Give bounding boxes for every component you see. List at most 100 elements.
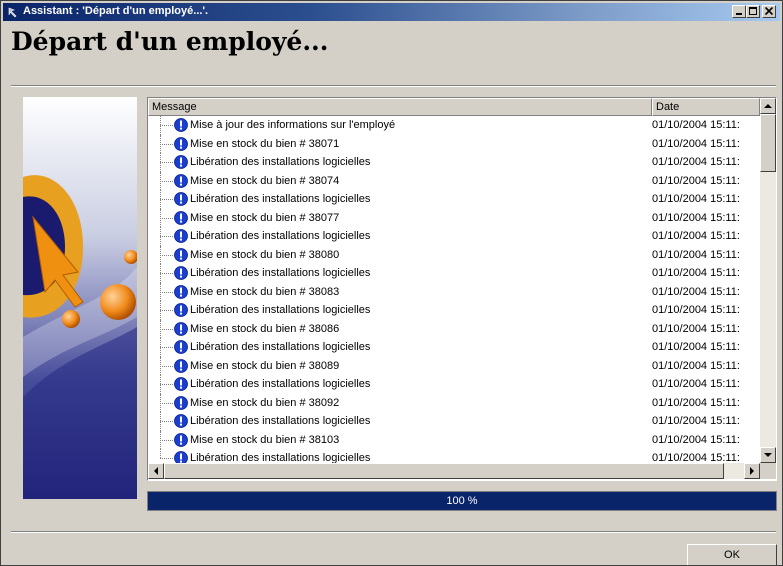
column-header-date[interactable]: Date: [652, 98, 760, 116]
info-exclamation-icon: [174, 284, 188, 299]
row-date: 01/10/2004 15:11:: [652, 119, 740, 131]
close-button[interactable]: [762, 5, 776, 18]
row-message: Libération des installations logicielles: [190, 341, 371, 353]
info-exclamation-icon: [174, 192, 188, 206]
list-row[interactable]: Mise en stock du bien # 38080 01/10/2004 …: [148, 245, 760, 264]
info-exclamation-icon: [174, 136, 188, 151]
scroll-right-button[interactable]: [744, 463, 760, 479]
tree-connector: [160, 116, 174, 135]
app-icon: [8, 7, 17, 18]
scroll-left-button[interactable]: [148, 463, 164, 479]
wizard-window: Assistant : 'Départ d'un employé...'. Dé…: [0, 0, 783, 566]
scroll-up-button[interactable]: [760, 98, 776, 114]
row-date: 01/10/2004 15:11:: [652, 193, 740, 205]
row-message: Libération des installations logicielles: [190, 230, 371, 242]
info-exclamation-icon: [174, 432, 188, 447]
info-exclamation-icon: [174, 321, 188, 336]
arrow-up-icon: [764, 104, 772, 108]
row-message: Mise en stock du bien # 38077: [190, 211, 340, 224]
list-row[interactable]: Libération des installations logicielles…: [148, 375, 760, 394]
tree-connector: [160, 190, 174, 209]
info-exclamation-icon: [174, 266, 188, 280]
row-message: Mise en stock du bien # 38083: [190, 285, 340, 298]
list-row[interactable]: Mise en stock du bien # 38092 01/10/2004 …: [148, 393, 760, 412]
row-date: 01/10/2004 15:11:: [652, 248, 740, 261]
list-row[interactable]: Libération des installations logicielles…: [148, 264, 760, 283]
column-header-message[interactable]: Message: [148, 98, 652, 116]
row-date: 01/10/2004 15:11:: [652, 433, 740, 446]
row-message: Libération des installations logicielles: [190, 304, 371, 316]
row-date: 01/10/2004 15:11:: [652, 230, 740, 242]
row-message: Mise en stock du bien # 38092: [190, 396, 340, 409]
row-message: Mise en stock du bien # 38071: [190, 137, 340, 150]
row-message: Mise en stock du bien # 38074: [190, 174, 340, 187]
row-date: 01/10/2004 15:11:: [652, 378, 740, 390]
vertical-scroll-thumb[interactable]: [760, 114, 776, 172]
row-message: Mise en stock du bien # 38080: [190, 248, 340, 261]
minimize-button[interactable]: [732, 5, 746, 18]
tree-connector: [160, 375, 174, 394]
row-message: Libération des installations logicielles: [190, 267, 371, 279]
list-row[interactable]: Libération des installations logicielles…: [148, 227, 760, 246]
list-row[interactable]: Mise à jour des informations sur l'emplo…: [148, 116, 760, 135]
list-row[interactable]: Mise en stock du bien # 38071 01/10/2004 …: [148, 134, 760, 153]
vertical-scrollbar[interactable]: [760, 98, 776, 463]
tree-connector: [160, 227, 174, 246]
row-date: 01/10/2004 15:11:: [652, 304, 740, 316]
row-message: Mise en stock du bien # 38103: [190, 433, 340, 446]
row-message: Mise en stock du bien # 38086: [190, 322, 340, 335]
info-exclamation-icon: [174, 247, 188, 262]
message-list[interactable]: Message Date Mise à jour des information…: [147, 97, 777, 481]
list-row[interactable]: Mise en stock du bien # 38089 01/10/2004 …: [148, 356, 760, 375]
tree-connector: [160, 430, 174, 449]
info-exclamation-icon: [174, 395, 188, 410]
list-row[interactable]: Libération des installations logicielles…: [148, 153, 760, 172]
row-date: 01/10/2004 15:11:: [652, 322, 740, 335]
list-row[interactable]: Mise en stock du bien # 38077 01/10/2004 …: [148, 208, 760, 227]
tree-connector: [160, 153, 174, 172]
window-title: Assistant : 'Départ d'un employé...'.: [23, 5, 209, 17]
row-date: 01/10/2004 15:11:: [652, 156, 740, 168]
tree-connector: [160, 449, 174, 463]
maximize-button[interactable]: [746, 5, 760, 18]
horizontal-scrollbar[interactable]: [148, 463, 760, 479]
scrollbar-corner: [760, 463, 776, 479]
list-row[interactable]: Mise en stock du bien # 38074 01/10/2004 …: [148, 171, 760, 190]
row-date: 01/10/2004 15:11:: [652, 415, 740, 427]
tree-connector: [160, 393, 174, 412]
list-row[interactable]: Libération des installations logicielles…: [148, 338, 760, 357]
scroll-down-button[interactable]: [760, 447, 776, 463]
info-exclamation-icon: [174, 340, 188, 354]
tree-connector: [160, 171, 174, 190]
row-date: 01/10/2004 15:11:: [652, 285, 740, 298]
arrow-left-icon: [154, 467, 158, 475]
tree-connector: [160, 356, 174, 375]
horizontal-scroll-thumb[interactable]: [164, 463, 724, 479]
footer-divider: [11, 531, 776, 533]
row-message: Libération des installations logicielles: [190, 156, 371, 168]
list-row[interactable]: Mise en stock du bien # 38086 01/10/2004 …: [148, 319, 760, 338]
list-row[interactable]: Libération des installations logicielles…: [148, 301, 760, 320]
title-bar[interactable]: Assistant : 'Départ d'un employé...'.: [3, 3, 780, 21]
wizard-side-image: [23, 97, 137, 499]
info-exclamation-icon: [174, 118, 188, 132]
page-title: Départ d'un employé...: [11, 27, 329, 56]
list-row[interactable]: Libération des installations logicielles…: [148, 449, 760, 463]
header-divider: [11, 85, 776, 87]
tree-connector: [160, 301, 174, 320]
row-message: Mise à jour des informations sur l'emplo…: [190, 119, 396, 131]
list-row[interactable]: Mise en stock du bien # 38083 01/10/2004 …: [148, 282, 760, 301]
list-row[interactable]: Libération des installations logicielles…: [148, 412, 760, 431]
row-date: 01/10/2004 15:11:: [652, 396, 740, 409]
row-message: Libération des installations logicielles: [190, 378, 371, 390]
row-date: 01/10/2004 15:11:: [652, 267, 740, 279]
progress-bar: 100 %: [147, 491, 777, 511]
arrow-right-icon: [750, 467, 754, 475]
list-row[interactable]: Libération des installations logicielles…: [148, 190, 760, 209]
info-exclamation-icon: [174, 358, 188, 373]
tree-connector: [160, 134, 174, 153]
list-row[interactable]: Mise en stock du bien # 38103 01/10/2004 …: [148, 430, 760, 449]
row-date: 01/10/2004 15:11:: [652, 137, 740, 150]
info-exclamation-icon: [174, 155, 188, 169]
ok-button[interactable]: OK: [687, 544, 777, 565]
